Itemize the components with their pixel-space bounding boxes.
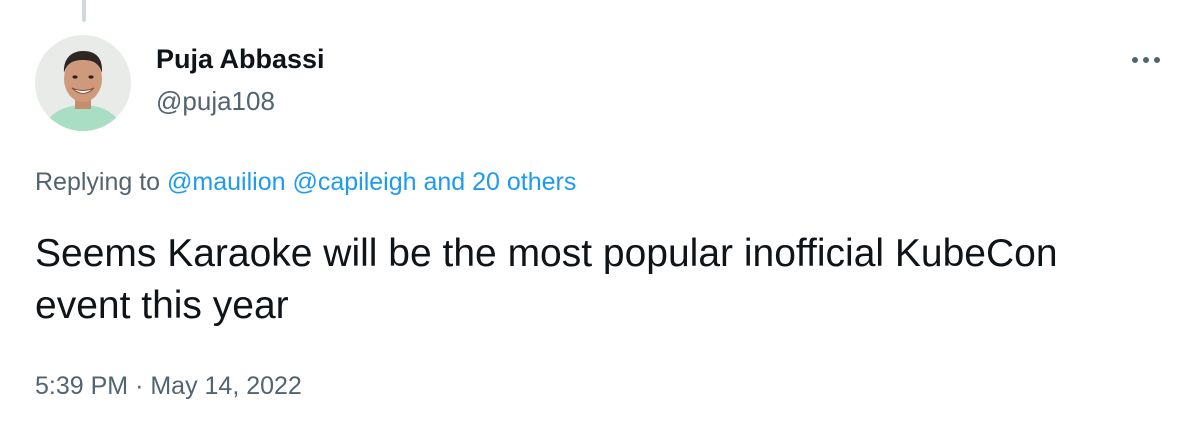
replying-to-label: Replying to <box>35 168 161 196</box>
tweet-time[interactable]: 5:39 PM <box>35 372 128 400</box>
author-handle[interactable]: @puja108 <box>156 86 275 117</box>
mention-link[interactable]: @capileigh <box>292 168 416 196</box>
thread-connector-line <box>82 0 86 22</box>
avatar[interactable] <box>35 35 131 131</box>
meta-separator: · <box>135 372 144 400</box>
tweet-text: Seems Karaoke will be the most popular i… <box>35 232 1058 327</box>
author-display-name[interactable]: Puja Abbassi <box>156 44 325 75</box>
replying-to-line: Replying to @mauilion @capileigh and 20 … <box>35 168 576 197</box>
more-horizontal-icon <box>1132 57 1160 63</box>
more-options-button[interactable] <box>1124 42 1168 78</box>
avatar-photo-icon <box>35 35 131 131</box>
tweet-timestamp: 5:39 PM · May 14, 2022 <box>35 372 302 401</box>
mention-link[interactable]: @mauilion <box>167 168 285 196</box>
tweet-date[interactable]: May 14, 2022 <box>150 372 302 400</box>
others-link[interactable]: and 20 others <box>423 168 576 196</box>
